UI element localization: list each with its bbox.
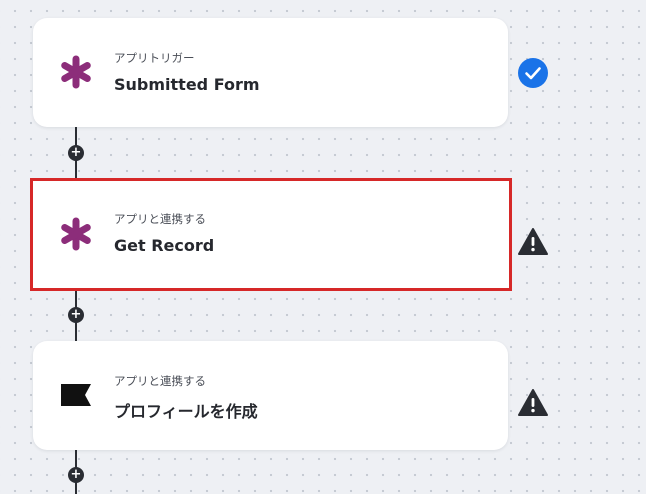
step-subtitle: アプリと連携する (114, 212, 206, 226)
step-title: Get Record (114, 236, 215, 255)
add-step-button[interactable]: + (68, 307, 84, 323)
add-step-button[interactable]: + (68, 467, 84, 483)
flag-logo-icon (61, 384, 91, 406)
asterisk-logo-icon (61, 217, 91, 251)
step-title: Submitted Form (114, 75, 260, 94)
step-card-get-record[interactable]: アプリと連携する Get Record (30, 178, 512, 291)
step-title: プロフィールを作成 (114, 402, 258, 421)
step-card-trigger[interactable]: アプリトリガー Submitted Form (33, 18, 508, 127)
workflow-canvas: + + + アプリトリガー Submitted Form アプリと連携する Ge… (0, 0, 646, 494)
step-subtitle: アプリトリガー (114, 51, 195, 65)
check-circle-icon (518, 58, 548, 88)
step-subtitle: アプリと連携する (114, 374, 206, 388)
warning-triangle-icon (518, 228, 548, 255)
asterisk-logo-icon (61, 55, 91, 89)
add-step-button[interactable]: + (68, 145, 84, 161)
warning-triangle-icon (518, 389, 548, 416)
step-card-create-profile[interactable]: アプリと連携する プロフィールを作成 (33, 341, 508, 450)
